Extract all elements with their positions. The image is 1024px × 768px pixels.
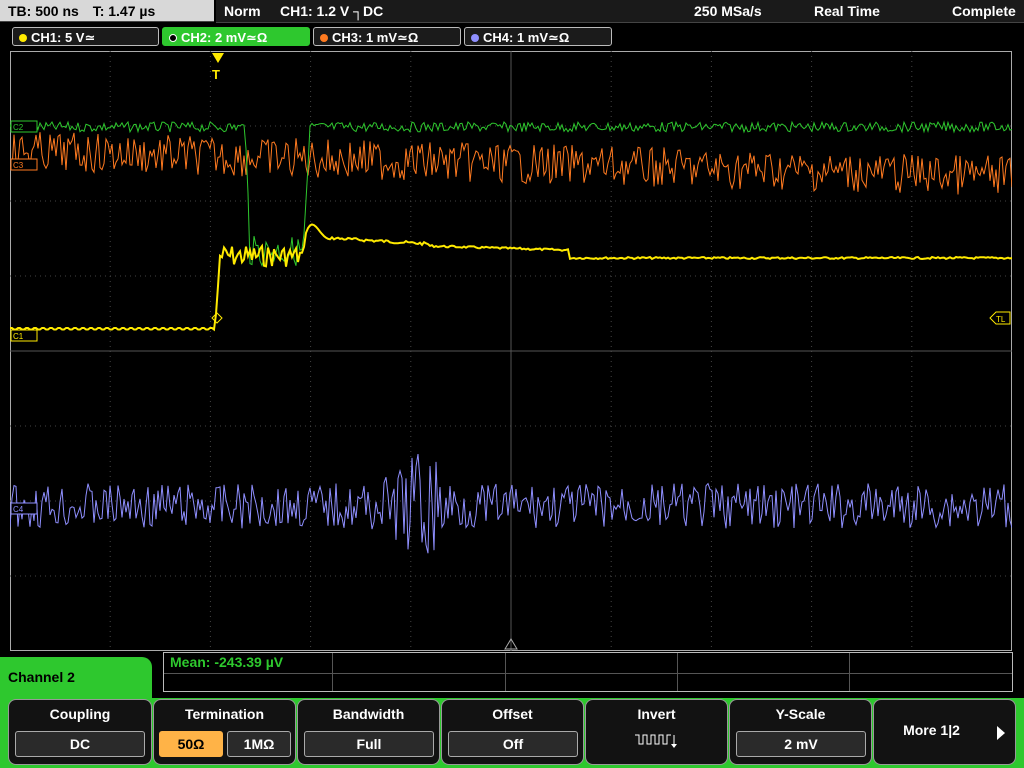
- timebase-display[interactable]: TB: 500 ns T: 1.47 µs: [0, 0, 214, 22]
- bandwidth-title: Bandwidth: [332, 706, 405, 722]
- measurement-row: Mean: -243.39 µV: [164, 653, 1012, 674]
- ch4-ref-label: C4: [13, 505, 24, 514]
- termination-softkey[interactable]: Termination 50Ω 1MΩ: [153, 699, 296, 765]
- yscale-value[interactable]: 2 mV: [736, 731, 866, 757]
- trigger-info-bar[interactable]: Norm CH1: 1.2 V ┐DC 250 MSa/s Real Time …: [216, 0, 1024, 23]
- waveform-svg: T C2 C3 C1 C4 TL: [10, 51, 1012, 651]
- ch2-dot-icon: [169, 34, 177, 42]
- timebase-value: TB: 500 ns: [8, 3, 79, 19]
- right-arrow-icon: [997, 726, 1005, 740]
- ch4-label: CH4: 1 mV≃Ω: [483, 30, 570, 45]
- tab-ch2[interactable]: CH2: 2 mV≃Ω: [162, 27, 310, 46]
- coupling-title: Coupling: [49, 706, 111, 722]
- offset-softkey[interactable]: Offset Off: [441, 699, 584, 765]
- trigger-time-value: T: 1.47 µs: [92, 3, 156, 19]
- yscale-title: Y-Scale: [775, 706, 826, 722]
- status-bar: TB: 500 ns T: 1.47 µs Norm CH1: 1.2 V ┐D…: [0, 0, 1024, 24]
- trigger-level-label: TL: [996, 315, 1006, 324]
- ch3-dot-icon: [320, 34, 328, 42]
- coupling-value[interactable]: DC: [15, 731, 145, 757]
- meas-divider: [332, 653, 333, 691]
- ch3-ref-label: C3: [13, 161, 24, 170]
- measurement-panel[interactable]: Mean: -243.39 µV: [163, 652, 1013, 692]
- ch1-ref-label: C1: [13, 332, 24, 341]
- tab-ch1[interactable]: CH1: 5 V≃: [12, 27, 159, 46]
- termination-title: Termination: [184, 706, 265, 722]
- more-softkey[interactable]: More 1|2: [873, 699, 1016, 765]
- meas-divider: [677, 653, 678, 691]
- ch3-label: CH3: 1 mV≃Ω: [332, 30, 419, 45]
- ch2-ref-label: C2: [13, 123, 24, 132]
- ch1-label: CH1: 5 V≃: [31, 30, 96, 45]
- ch2-label: CH2: 2 mV≃Ω: [181, 30, 268, 45]
- sample-rate: 250 MSa/s: [694, 3, 762, 19]
- termination-1m-option[interactable]: 1MΩ: [227, 731, 291, 757]
- trigger-marker-label: T: [212, 67, 220, 82]
- bandwidth-softkey[interactable]: Bandwidth Full: [297, 699, 440, 765]
- invert-softkey[interactable]: Invert: [585, 699, 728, 765]
- channel-menu-title: Channel 2: [0, 657, 152, 699]
- offset-title: Offset: [492, 706, 533, 722]
- meas-divider: [849, 653, 850, 691]
- mean-value: Mean: -243.39 µV: [170, 654, 284, 670]
- trigger-source: CH1: 1.2 V ┐DC: [280, 3, 384, 19]
- waveform-display[interactable]: T C2 C3 C1 C4 TL: [10, 51, 1012, 651]
- bandwidth-value[interactable]: Full: [304, 731, 434, 757]
- offset-value[interactable]: Off: [448, 731, 578, 757]
- coupling-softkey[interactable]: Coupling DC: [8, 699, 152, 765]
- termination-50-option[interactable]: 50Ω: [159, 731, 223, 757]
- more-label: More 1|2: [903, 722, 960, 738]
- ch3-ref-marker[interactable]: C3: [10, 158, 38, 171]
- acquisition-mode: Real Time: [814, 3, 880, 19]
- ch4-dot-icon: [471, 34, 479, 42]
- channel-menu-label: Channel 2: [8, 669, 75, 685]
- softkey-bar: Coupling DC Termination 50Ω 1MΩ Bandwidt…: [0, 698, 1024, 768]
- invert-waveform-icon: [635, 734, 677, 748]
- invert-title: Invert: [637, 706, 676, 722]
- meas-divider: [505, 653, 506, 691]
- ch4-ref-marker[interactable]: C4: [10, 502, 38, 515]
- trigger-mode: Norm: [224, 3, 261, 19]
- ch2-ref-marker[interactable]: C2: [10, 120, 38, 133]
- acquisition-state: Complete: [952, 3, 1016, 19]
- tab-ch4[interactable]: CH4: 1 mV≃Ω: [464, 27, 612, 46]
- tab-ch3[interactable]: CH3: 1 mV≃Ω: [313, 27, 461, 46]
- channel-tabs: CH1: 5 V≃ CH2: 2 mV≃Ω CH3: 1 mV≃Ω CH4: 1…: [0, 26, 1024, 48]
- ch1-dot-icon: [19, 34, 27, 42]
- yscale-softkey[interactable]: Y-Scale 2 mV: [729, 699, 872, 765]
- ch1-ref-marker[interactable]: C1: [10, 329, 38, 342]
